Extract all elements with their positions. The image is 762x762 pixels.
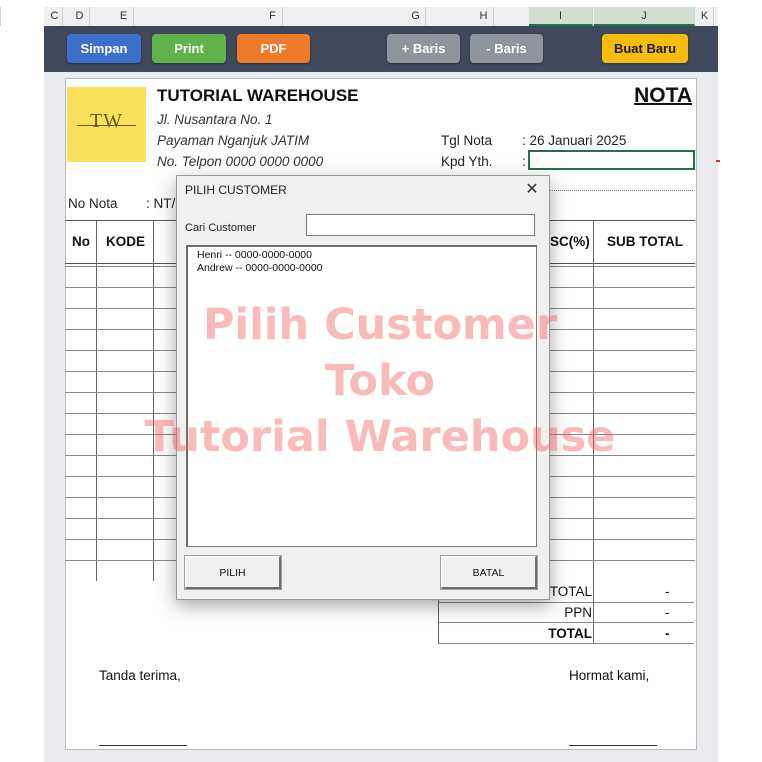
invoice-number-label: No Nota	[68, 196, 118, 211]
dialog-title: PILIH CUSTOMER	[185, 183, 287, 197]
add-row-button[interactable]: + Baris	[387, 34, 460, 63]
recipient-dotted-line	[530, 190, 693, 191]
grand-total-label: TOTAL	[548, 626, 592, 641]
column-header-i[interactable]: I	[529, 7, 593, 26]
signature-line-right	[569, 745, 657, 746]
search-customer-input[interactable]	[306, 214, 535, 236]
table-divider	[153, 221, 154, 581]
list-item[interactable]: Henri -- 0000-0000-0000	[197, 249, 312, 261]
column-discount-header: SC(%)	[550, 234, 590, 249]
company-logo: TW	[67, 87, 146, 162]
grand-total-value: -	[665, 626, 670, 641]
tax-value: -	[665, 605, 670, 620]
invoice-title: NOTA	[634, 84, 692, 107]
toolbar: Simpan Print PDF + Baris - Baris Buat Ba…	[44, 26, 718, 72]
regards-label: Hormat kami,	[569, 668, 650, 683]
new-invoice-button[interactable]: Buat Baru	[602, 34, 688, 63]
recipient-cell[interactable]	[528, 150, 695, 170]
total-value: -	[665, 584, 670, 599]
column-header-c[interactable]: C	[47, 7, 63, 26]
cancel-button[interactable]: BATAL	[440, 555, 538, 590]
totals-divider	[438, 622, 694, 623]
pdf-button[interactable]: PDF	[237, 34, 310, 63]
column-header-h[interactable]: H	[474, 7, 494, 26]
column-header-e[interactable]: E	[114, 7, 134, 26]
date-label: Tgl Nota	[441, 133, 493, 148]
totals-divider	[438, 643, 694, 644]
company-city: Payaman Nganjuk JATIM	[157, 133, 310, 148]
totals-divider	[438, 602, 694, 603]
cell-marker	[716, 160, 720, 162]
column-header-g[interactable]: G	[406, 7, 426, 26]
company-name: TUTORIAL WAREHOUSE	[157, 86, 359, 105]
column-header-d[interactable]: D	[70, 7, 90, 26]
column-header-f[interactable]: F	[263, 7, 283, 26]
print-button[interactable]: Print	[152, 34, 226, 63]
date-value[interactable]: : 26 Januari 2025	[522, 133, 626, 148]
company-phone: No. Telpon 0000 0000 0000	[157, 154, 324, 169]
logo-monogram: TW	[89, 110, 124, 132]
logo-rule	[77, 125, 136, 126]
column-header-k[interactable]: K	[696, 7, 714, 26]
customer-list[interactable]: Henri -- 0000-0000-0000 Andrew -- 0000-0…	[186, 245, 537, 547]
column-no-header: No	[72, 234, 90, 249]
received-by-label: Tanda terima,	[99, 668, 181, 683]
close-icon[interactable]: ✕	[521, 179, 543, 201]
save-button[interactable]: Simpan	[67, 34, 141, 63]
column-subtotal-header: SUB TOTAL	[607, 234, 683, 249]
table-divider	[593, 221, 594, 643]
search-customer-label: Cari Customer	[185, 222, 256, 234]
select-customer-dialog: PILIH CUSTOMER ✕ Cari Customer Henri -- …	[176, 175, 550, 600]
select-button[interactable]: PILIH	[184, 555, 282, 590]
invoice-number-value[interactable]: : NT/	[146, 196, 175, 211]
company-address: Jl. Nusantara No. 1	[157, 112, 273, 127]
recipient-label: Kpd Yth.	[441, 154, 493, 169]
column-header-j[interactable]: J	[594, 7, 695, 26]
table-divider	[96, 221, 97, 581]
column-code-header: KODE	[106, 234, 146, 249]
tax-label: PPN	[564, 605, 592, 620]
recipient-colon: :	[522, 154, 526, 169]
signature-line-left	[99, 745, 187, 746]
list-item[interactable]: Andrew -- 0000-0000-0000	[197, 262, 323, 274]
remove-row-button[interactable]: - Baris	[470, 34, 543, 63]
